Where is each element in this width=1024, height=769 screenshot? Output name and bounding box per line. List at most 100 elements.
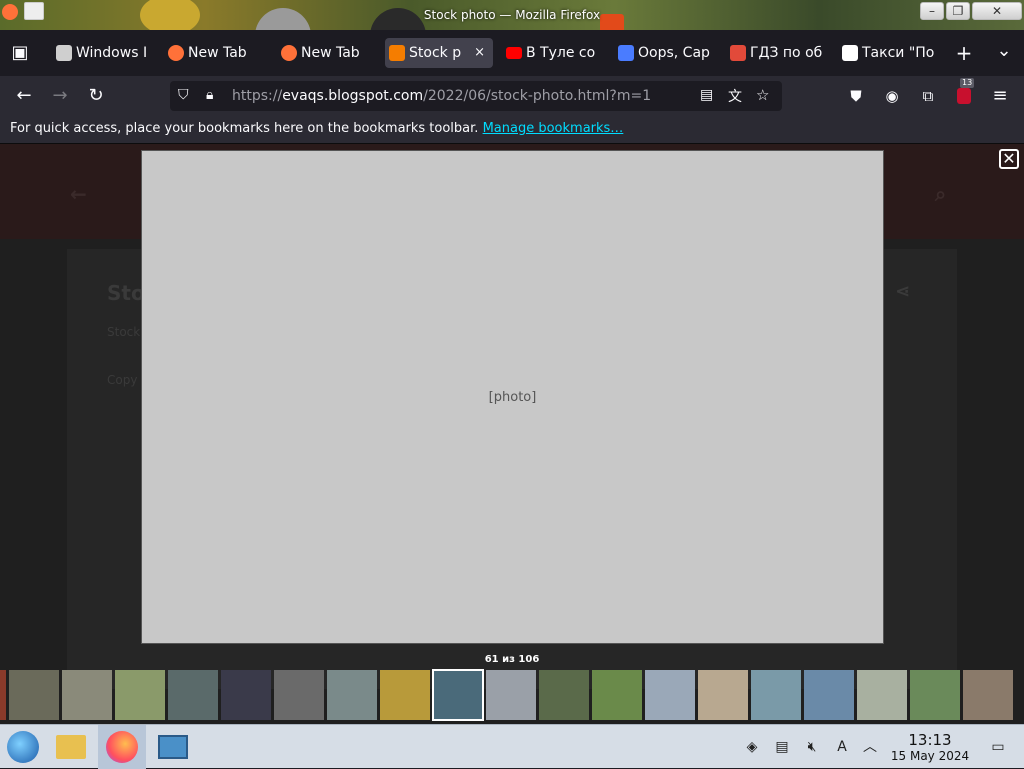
site-favicon-icon <box>730 45 746 61</box>
navigation-toolbar: ← → ↻ ⛉ 🔒︎ https://evaqs.blogspot.com/20… <box>0 76 1024 116</box>
tab[interactable]: New Tab <box>277 38 381 68</box>
firefox-icon <box>281 45 297 61</box>
thumbnail[interactable] <box>592 670 642 720</box>
post-line: Stock <box>107 325 141 339</box>
tab-label: ГДЗ по об <box>750 45 823 61</box>
youtube-icon <box>506 47 522 59</box>
minimize-button[interactable]: – <box>920 2 944 20</box>
extension-button[interactable]: 13 <box>952 78 976 108</box>
taskbar: ◈ ▤ 🔇︎ A ︿ 13:13 15 May 2024 ▭ <box>0 724 1024 769</box>
clock-time[interactable]: 13:13 <box>890 731 970 749</box>
thumbnail[interactable] <box>963 670 1013 720</box>
pocket-icon[interactable]: ⛊ <box>844 84 868 108</box>
thumbnail[interactable] <box>380 670 430 720</box>
tab-label: New Tab <box>301 45 360 61</box>
lightbox-photo[interactable]: [photo] <box>141 150 884 644</box>
tab[interactable]: Такси "По <box>838 38 942 68</box>
thumbnail[interactable] <box>910 670 960 720</box>
page-content: ← ⌕ Sto Stock Сору ⋖ [photo] ✕ 61 из 106 <box>0 144 1024 724</box>
ublock-icon <box>957 88 971 104</box>
clock-date[interactable]: 15 May 2024 <box>882 749 978 763</box>
menu-icon[interactable]: ≡ <box>988 84 1012 108</box>
tab[interactable]: New Tab <box>164 38 268 68</box>
thumbnail[interactable] <box>115 670 165 720</box>
thumbnail[interactable] <box>751 670 801 720</box>
keyboard-layout-icon[interactable]: A <box>832 737 852 757</box>
extension-badge: 13 <box>960 78 975 88</box>
tab-label: Oops, Сар <box>638 45 710 61</box>
thumbnail[interactable] <box>645 670 695 720</box>
taskbar-firefox[interactable] <box>98 725 146 769</box>
thumbnail[interactable] <box>0 670 6 720</box>
search-icon: ⌕ <box>935 182 947 206</box>
manage-bookmarks-link[interactable]: Manage bookmarks… <box>483 121 624 136</box>
reader-view-icon[interactable]: ▤ <box>700 87 713 103</box>
bookmark-star-icon[interactable]: ☆ <box>756 86 769 104</box>
tab[interactable]: Oops, Сар <box>614 38 718 68</box>
account-icon[interactable]: ◉ <box>880 84 904 108</box>
firefox-icon <box>168 45 184 61</box>
tab[interactable]: В Туле со <box>502 38 606 68</box>
post-title: Sto <box>107 281 145 305</box>
taskbar-app[interactable] <box>150 725 196 769</box>
lightbox-counter: 61 из 106 <box>484 654 540 665</box>
volume-muted-icon[interactable]: 🔇︎ <box>802 737 822 757</box>
thumbnail[interactable] <box>698 670 748 720</box>
close-window-button[interactable]: ✕ <box>972 2 1022 20</box>
show-desktop-icon[interactable]: ▭ <box>988 737 1008 757</box>
site-favicon-icon <box>842 45 858 61</box>
firefox-icon <box>106 731 138 763</box>
start-button[interactable] <box>0 725 46 769</box>
tray-expand-icon[interactable]: ︿ <box>860 737 880 757</box>
tab[interactable]: Windows I <box>52 38 152 68</box>
window-title: Stock photo — Mozilla Firefox <box>423 8 601 22</box>
thumbnail[interactable] <box>486 670 536 720</box>
start-icon <box>7 731 39 763</box>
extensions-icon[interactable]: ⧉ <box>916 84 940 108</box>
thumbnail-active[interactable] <box>432 669 484 721</box>
forward-button[interactable]: → <box>48 84 72 108</box>
post-line: Сору <box>107 373 138 387</box>
tab-strip: ▣ Windows I New Tab New Tab Stock p × В … <box>0 30 1024 76</box>
tab-label: В Туле со <box>526 45 596 61</box>
firefox-view-icon[interactable]: ▣ <box>8 41 32 65</box>
thumbnail[interactable] <box>9 670 59 720</box>
tab-label: Windows I <box>76 45 148 61</box>
share-icon: ⋖ <box>895 281 911 302</box>
blogger-icon <box>389 45 405 61</box>
window-titlebar: Stock photo — Mozilla Firefox – ❐ ✕ <box>0 0 1024 30</box>
lock-icon[interactable]: 🔒︎ <box>206 87 213 103</box>
tab-active[interactable]: Stock p × <box>385 38 493 68</box>
clipboard-icon[interactable]: ▤ <box>772 737 792 757</box>
tab[interactable]: ГДЗ по об <box>726 38 830 68</box>
network-icon[interactable]: ◈ <box>742 737 762 757</box>
url-bar[interactable]: ⛉ 🔒︎ https://evaqs.blogspot.com/2022/06/… <box>170 81 782 111</box>
thumbnail[interactable] <box>539 670 589 720</box>
thumbnail[interactable] <box>62 670 112 720</box>
thumbnail[interactable] <box>804 670 854 720</box>
taskbar-file-manager[interactable] <box>48 725 94 769</box>
thumbnail[interactable] <box>327 670 377 720</box>
monitor-icon <box>158 735 188 759</box>
site-favicon-icon <box>618 45 634 61</box>
back-arrow-icon: ← <box>70 182 87 206</box>
thumbnail[interactable] <box>274 670 324 720</box>
tab-close-button[interactable]: × <box>474 38 485 68</box>
thumbnail[interactable] <box>168 670 218 720</box>
reload-button[interactable]: ↻ <box>84 84 108 108</box>
shield-icon[interactable]: ⛉ <box>178 87 189 103</box>
thumbnail[interactable] <box>857 670 907 720</box>
thumbnail-strip <box>0 669 1024 721</box>
list-all-tabs-button[interactable]: ⌄ <box>992 39 1016 63</box>
back-button[interactable]: ← <box>12 84 36 108</box>
translate-icon[interactable]: 文 <box>728 86 742 106</box>
bookmarks-message: For quick access, place your bookmarks h… <box>10 121 479 136</box>
tab-label: Такси "По <box>862 45 935 61</box>
lightbox-close-button[interactable]: ✕ <box>999 149 1019 169</box>
new-tab-button[interactable]: + <box>952 41 976 65</box>
thumbnail[interactable] <box>221 670 271 720</box>
url-text[interactable]: https://evaqs.blogspot.com/2022/06/stock… <box>232 88 651 104</box>
maximize-button[interactable]: ❐ <box>946 2 970 20</box>
tab-favicon-icon <box>56 45 72 61</box>
bookmarks-toolbar: For quick access, place your bookmarks h… <box>0 116 1024 144</box>
